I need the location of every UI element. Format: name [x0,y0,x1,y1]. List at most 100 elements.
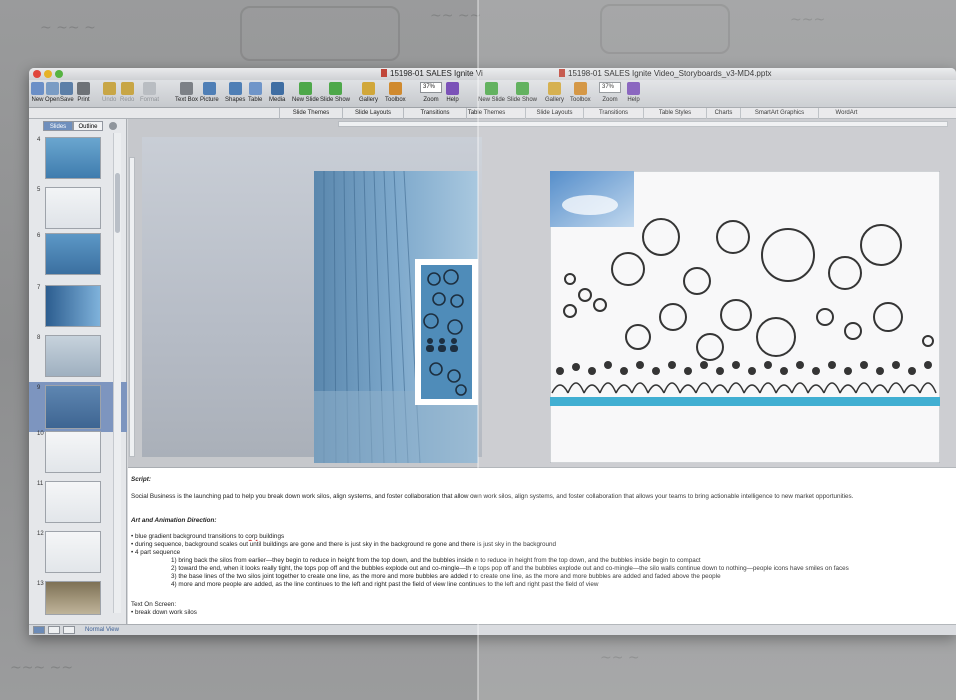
print-icon [77,82,90,95]
toolbar-save-button[interactable]: Save [60,82,74,103]
scrollbar-thumb[interactable] [115,173,120,233]
toolbar-button-label: Format [140,97,160,103]
shapes-icon [228,82,242,95]
toolbar-help-button[interactable]: Help [446,82,459,103]
document-icon [559,69,565,77]
zoom-field[interactable]: 37% [420,82,442,93]
slide-thumbnail[interactable] [45,581,101,615]
tab-slides[interactable]: Slides [43,121,73,131]
toolbar-textbox-button[interactable]: Text Box [175,82,198,103]
slide-thumbnail[interactable] [45,335,101,377]
toolbar-print-button[interactable]: Print [77,82,90,103]
toolbar-button-label: New [31,97,44,103]
slide-number: 10 [37,431,44,437]
storyboard-slide-bubbles[interactable] [550,171,940,463]
toolbar-button-label: Text Box [175,97,199,103]
toolbar-button-label: Redo [120,97,135,103]
toolbar-button-label: Picture [200,97,219,103]
toolbar-gallery-button[interactable]: Gallery [359,82,378,103]
toolbar-table-button[interactable]: Table [248,82,262,103]
close-window-icon[interactable] [33,70,41,78]
minimize-window-icon[interactable] [44,70,52,78]
toolbar-toolbox-button[interactable]: Toolbox [385,82,406,103]
ribbon-tab-slide-layouts-right[interactable]: Slide Layouts [525,108,583,119]
toolbar-help-button-right[interactable]: Help [627,82,640,103]
misspelled-word[interactable]: corp [245,533,257,540]
note-step-1: 1) bring back the silos from earlier—the… [171,557,701,564]
slide-number: 4 [37,137,41,143]
slide-number: 13 [37,581,44,587]
slide-sorter-view-icon[interactable] [48,626,60,634]
toolbar-button-label: Slide Show [507,97,538,103]
toolbar-button-label: Toolbox [385,97,406,103]
current-slide-buildings[interactable] [314,171,478,463]
ribbon-tab-table-themes[interactable]: Table Themes [466,108,506,119]
toolbar-button-label: Zoom [602,97,618,103]
slide-number: 12 [37,531,44,537]
note-bullet-1: • blue gradient background transitions t… [131,533,285,540]
view-label: Normal View [85,627,119,633]
gallery-icon [362,82,375,95]
slide-thumbnail[interactable] [45,531,101,573]
status-bar: Normal View [29,624,956,635]
note-step-3: 3) the base lines of the two silos joint… [171,573,721,580]
slide-canvas [128,119,956,467]
slides-sidebar: Slides Outline 4 5 6 7 8 9 10 11 12 13 [29,119,127,624]
slide-thumbnail[interactable] [45,481,101,523]
slide-show-view-icon[interactable] [63,626,75,634]
toolbar-format-button[interactable]: Format [140,82,159,103]
toolbar-button-label: Shapes [225,97,246,103]
zoom-window-icon[interactable] [55,70,63,78]
slide-thumbnail[interactable] [45,285,101,327]
newslide-icon [299,82,312,95]
zoom-field-right[interactable]: 37% [599,82,621,93]
document-icon [381,69,387,77]
ribbon-tab-transitions[interactable]: Transitions [403,108,466,119]
tab-outline[interactable]: Outline [73,121,103,131]
toolbar-toolbox-button-right[interactable]: Toolbox [570,82,591,103]
ribbon-tab-transitions-right[interactable]: Transitions [583,108,643,119]
toolbar-button-label: New Slide [478,97,506,103]
toolbar-button-label: Undo [102,97,117,103]
slide-thumbnail[interactable] [45,137,101,179]
toolbar-zoom-button[interactable]: 37% Zoom [420,82,442,103]
ribbon-tab-charts-right[interactable]: Charts [706,108,740,119]
window-title-left: 15198-01 SALES Ignite Vi [381,68,483,80]
split-divider [477,0,479,700]
normal-view-icon[interactable] [33,626,45,634]
slide-thumbnail[interactable] [45,187,101,229]
toolbar-newslide-button-right[interactable]: New Slide [478,82,505,103]
toolbar-open-button[interactable]: Open [45,82,60,103]
ribbon-tab-wordart-right[interactable]: WordArt [818,108,874,119]
open-icon [45,82,59,95]
toolbar-slideshow-button[interactable]: Slide Show [320,82,350,103]
toolbar-redo-button[interactable]: Redo [120,82,134,103]
toolbar-gallery-button-right[interactable]: Gallery [545,82,564,103]
slide-thumbnail[interactable] [45,233,101,275]
slide-thumbnail[interactable] [45,431,101,473]
gallery-icon [548,82,561,95]
toolbox-icon [573,82,587,95]
ribbon-tab-smartart-graphics-right[interactable]: SmartArt Graphics [740,108,818,119]
ribbon-tabs: Slide Themes Slide Layouts Transitions Tabl… [29,108,956,119]
horizontal-ruler [338,121,948,127]
toolbar-new-button[interactable]: New [31,82,44,103]
ribbon-tab-slide-layouts[interactable]: Slide Layouts [342,108,403,119]
sidebar-scrollbar[interactable] [113,133,121,613]
ribbon-tab-slide-themes[interactable]: Slide Themes [279,108,342,119]
toolbar-slideshow-button-right[interactable]: Slide Show [507,82,537,103]
ribbon-tab-table-styles-right[interactable]: Table Styles [643,108,706,119]
format-icon [143,82,156,95]
toolbar-zoom-button-right[interactable]: 37% Zoom [599,82,621,103]
toolbar-picture-button[interactable]: Picture [200,82,219,103]
undo-icon [102,82,116,95]
slide-thumbnail[interactable] [45,385,101,429]
toolbar-shapes-button[interactable]: Shapes [225,82,245,103]
close-pane-icon[interactable] [109,122,117,130]
speaker-notes-pane[interactable]: Script: Social Business is the launching… [128,467,956,624]
media-icon [270,82,284,95]
toolbar-undo-button[interactable]: Undo [102,82,116,103]
toolbar-newslide-button[interactable]: New Slide [292,82,319,103]
help-icon [446,82,459,95]
toolbar-media-button[interactable]: Media [269,82,285,103]
